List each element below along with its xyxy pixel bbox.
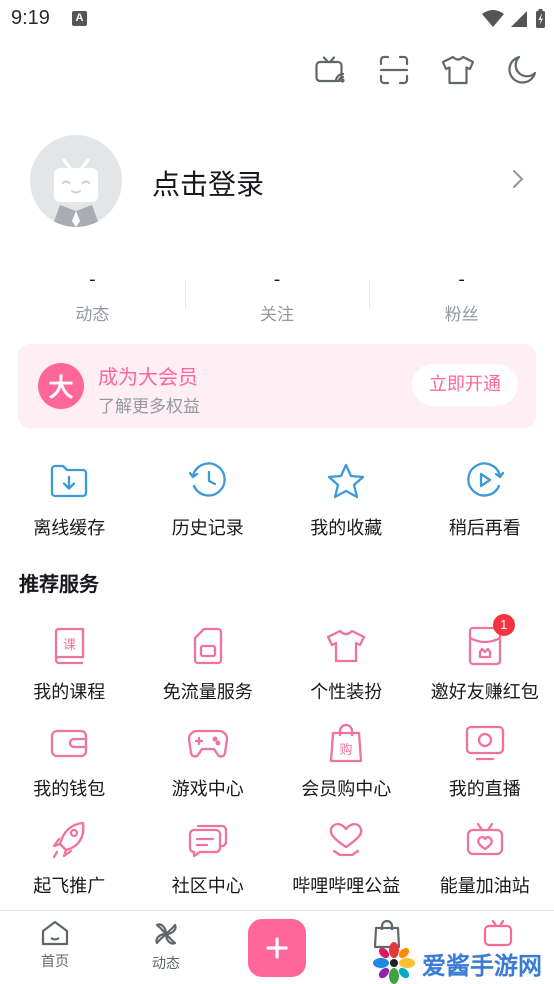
service-community[interactable]: 社区中心	[139, 818, 278, 915]
watermark: 爱酱手游网	[372, 941, 542, 984]
chevron-right-icon[interactable]	[506, 167, 530, 191]
offline-cache-button[interactable]: 离线缓存	[0, 460, 139, 540]
login-prompt[interactable]: 点击登录	[152, 163, 264, 203]
watch-later-icon	[464, 460, 506, 502]
top-actions	[312, 52, 540, 88]
service-vip-mall[interactable]: 购 会员购中心	[277, 721, 416, 818]
gamepad-icon	[186, 721, 230, 765]
service-free-data[interactable]: 免流量服务	[139, 624, 278, 721]
service-label: 起飞推广	[33, 876, 106, 897]
moon-icon[interactable]	[504, 52, 540, 88]
watermark-logo-icon	[373, 942, 415, 984]
service-label: 免流量服务	[162, 682, 253, 703]
tab-label: 动态	[152, 956, 180, 972]
wallet-icon	[47, 721, 91, 765]
plus-icon	[266, 937, 288, 959]
heart-hands-icon	[324, 818, 368, 862]
service-label: 能量加油站	[439, 876, 530, 897]
watermark-text: 爱酱手游网	[422, 952, 542, 980]
status-time: 9:19	[11, 7, 50, 29]
stat-followers[interactable]: - 粉丝	[369, 268, 554, 328]
service-promotion[interactable]: 起飞推广	[0, 818, 139, 915]
pinwheel-icon	[155, 923, 177, 945]
tshirt-icon	[324, 624, 368, 668]
svg-text:购: 购	[340, 742, 353, 758]
service-my-live[interactable]: 我的直播	[416, 721, 554, 818]
service-my-courses[interactable]: 课 我的课程	[0, 624, 139, 721]
status-icons	[482, 8, 546, 30]
quick-label: 稍后再看	[448, 518, 521, 539]
service-label: 我的直播	[448, 779, 521, 800]
signal-icon	[511, 11, 527, 27]
stat-following[interactable]: - 关注	[184, 268, 370, 328]
favorites-button[interactable]: 我的收藏	[277, 460, 416, 540]
wifi-icon	[482, 10, 504, 27]
tv-heart-icon	[463, 818, 507, 862]
stat-value: -	[273, 269, 281, 290]
notification-icon: A	[72, 11, 87, 26]
sim-card-icon	[186, 624, 230, 668]
bottom-tab-bar: 首页 动态 爱酱手游网	[0, 910, 554, 984]
vip-title: 成为大会员	[98, 365, 198, 389]
tv-cast-icon[interactable]	[312, 52, 348, 88]
default-avatar-icon	[52, 158, 100, 227]
service-label: 游戏中心	[171, 779, 244, 800]
shopping-bag-icon: 购	[324, 721, 368, 765]
clock-history-icon	[187, 460, 229, 502]
download-folder-icon	[48, 460, 90, 502]
status-bar: 9:19 A	[0, 0, 554, 38]
vip-logo-icon: 大	[38, 363, 84, 409]
service-label: 社区中心	[171, 876, 244, 897]
history-button[interactable]: 历史记录	[139, 460, 278, 540]
watch-later-button[interactable]: 稍后再看	[416, 460, 554, 540]
tab-dynamic[interactable]: 动态	[131, 919, 201, 973]
stat-label: 粉丝	[444, 305, 479, 325]
vip-subtitle: 了解更多权益	[98, 397, 200, 417]
service-invite-friends[interactable]: 1 邀好友赚红包	[416, 614, 554, 721]
services-grid: 课 我的课程 免流量服务 个性装扮 1 邀好友赚红包 我的钱包 游戏中心 购 会…	[0, 614, 554, 915]
vip-logo-char: 大	[48, 373, 74, 402]
notification-badge: 1	[492, 614, 515, 636]
live-tv-icon	[463, 721, 507, 765]
scan-icon[interactable]	[376, 52, 412, 88]
vip-open-button[interactable]: 立即开通	[412, 364, 518, 406]
service-label: 我的钱包	[33, 779, 106, 800]
service-costume[interactable]: 个性装扮	[277, 624, 416, 721]
quick-label: 离线缓存	[33, 518, 106, 539]
tab-home[interactable]: 首页	[20, 919, 90, 971]
stat-value: -	[89, 269, 96, 290]
service-charity[interactable]: 哔哩哔哩公益	[277, 818, 416, 915]
service-label: 邀好友赚红包	[430, 682, 539, 703]
chat-bubble-icon	[186, 818, 230, 862]
tab-label: 首页	[41, 954, 69, 970]
star-icon	[325, 460, 367, 502]
publish-button[interactable]	[248, 919, 306, 977]
svg-text:课: 课	[63, 638, 76, 653]
vip-banner[interactable]: 大 成为大会员 了解更多权益 立即开通	[18, 344, 536, 428]
service-game-center[interactable]: 游戏中心	[139, 721, 278, 818]
service-label: 会员购中心	[301, 779, 392, 800]
stat-dynamic[interactable]: - 动态	[0, 268, 185, 328]
login-row[interactable]: 点击登录	[30, 135, 540, 229]
course-book-icon: 课	[47, 624, 91, 668]
stat-label: 关注	[260, 305, 294, 325]
service-label: 个性装扮	[310, 682, 383, 703]
stats-row: - 动态 - 关注 - 粉丝	[0, 268, 554, 328]
rocket-icon	[47, 818, 91, 862]
red-packet-icon: 1	[463, 614, 515, 668]
service-label: 哔哩哔哩公益	[292, 876, 401, 897]
quick-label: 历史记录	[171, 518, 244, 539]
stat-value: -	[458, 269, 465, 290]
service-energy-station[interactable]: 能量加油站	[416, 818, 554, 915]
section-title: 推荐服务	[19, 572, 99, 596]
battery-icon	[536, 9, 545, 28]
avatar[interactable]	[30, 135, 122, 227]
tshirt-icon[interactable]	[440, 52, 476, 88]
home-icon	[41, 920, 69, 946]
service-label: 我的课程	[33, 682, 106, 703]
quick-actions: 离线缓存 历史记录 我的收藏 稍后再看	[0, 460, 554, 540]
stat-label: 动态	[75, 305, 110, 325]
service-wallet[interactable]: 我的钱包	[0, 721, 139, 818]
quick-label: 我的收藏	[310, 518, 383, 539]
